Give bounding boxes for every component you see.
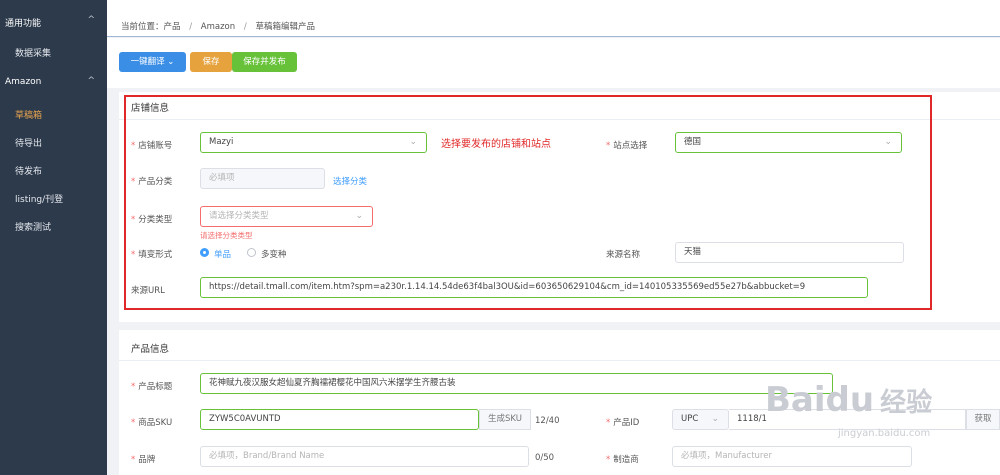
brand-input[interactable]: 必填项，Brand/Brand Name bbox=[200, 446, 529, 467]
brand-char-count: 0/50 bbox=[535, 453, 555, 463]
product-id-type-value: UPC bbox=[681, 414, 699, 424]
watermark-brand: Baidu 经验 bbox=[765, 380, 933, 420]
sidebar-item-label: 数据采集 bbox=[15, 49, 52, 59]
sku-input[interactable]: ZYW5C0AVUNTD bbox=[200, 409, 479, 430]
card-divider bbox=[119, 360, 1000, 361]
chevron-up-icon: ^ bbox=[87, 76, 95, 86]
product-info-title: 产品信息 bbox=[131, 344, 170, 355]
sidebar-group-label: 通用功能 bbox=[5, 19, 42, 29]
brand-label: * 品牌 bbox=[131, 455, 156, 465]
chevron-up-icon: ^ bbox=[87, 15, 95, 25]
sku-char-count: 12/40 bbox=[535, 416, 560, 426]
product-id-label: * 产品ID bbox=[606, 418, 640, 428]
sidebar-item-label: 草稿箱 bbox=[15, 111, 43, 121]
sidebar-item-listing[interactable]: listing/刊登 bbox=[0, 185, 107, 211]
breadcrumb: 当前位置：产品 / Amazon / 草稿箱编辑产品 bbox=[121, 20, 321, 32]
breadcrumb-separator: / bbox=[189, 22, 193, 32]
get-product-id-button[interactable]: 获取 bbox=[966, 409, 1000, 430]
breadcrumb-separator: / bbox=[243, 22, 247, 32]
translate-button[interactable]: 一键翻译 ⌄ bbox=[119, 52, 186, 72]
manufacturer-label: * 制造商 bbox=[606, 455, 639, 465]
manufacturer-input[interactable]: 必填项，Manufacturer bbox=[672, 446, 912, 467]
breadcrumb-prefix[interactable]: 当前位置：产品 bbox=[121, 22, 181, 32]
sidebar-group-general[interactable]: 通用功能 ^ bbox=[0, 9, 107, 35]
sidebar-item-to-publish[interactable]: 待发布 bbox=[0, 157, 107, 183]
product-id-type-select[interactable]: UPC ⌄ bbox=[672, 409, 729, 430]
sidebar-item-label: listing/刊登 bbox=[15, 195, 64, 205]
chevron-down-icon: ⌄ bbox=[167, 57, 175, 67]
sidebar-group-label: Amazon bbox=[5, 77, 42, 87]
sidebar-item-label: 待发布 bbox=[15, 167, 43, 177]
chevron-down-icon: ⌄ bbox=[711, 414, 719, 424]
toolbar: 一键翻译 ⌄ 保存 保存并发布 bbox=[107, 38, 1000, 88]
breadcrumb-amazon[interactable]: Amazon bbox=[201, 22, 235, 32]
sku-value: ZYW5C0AVUNTD bbox=[209, 414, 281, 424]
topbar: 当前位置：产品 / Amazon / 草稿箱编辑产品 bbox=[107, 0, 1000, 37]
translate-button-label: 一键翻译 bbox=[130, 57, 165, 67]
sku-label: * 商品SKU bbox=[131, 418, 173, 428]
sidebar-item-drafts[interactable]: 草稿箱 bbox=[0, 101, 107, 127]
generate-sku-button[interactable]: 生成SKU bbox=[479, 409, 531, 430]
product-title-input[interactable]: 花神赋九夜汉服女超仙夏齐胸襦裙樱花中国风六米摆学生齐腰古装 bbox=[200, 373, 833, 394]
product-title-label: * 产品标题 bbox=[131, 382, 173, 392]
sidebar-item-label: 搜索测试 bbox=[15, 223, 52, 233]
manufacturer-placeholder: 必填项，Manufacturer bbox=[681, 451, 772, 461]
brand-placeholder: 必填项，Brand/Brand Name bbox=[209, 451, 325, 461]
watermark-url: jingyan.baidu.com bbox=[838, 428, 931, 439]
save-button[interactable]: 保存 bbox=[190, 52, 232, 72]
sidebar-item-search-test[interactable]: 搜索测试 bbox=[0, 213, 107, 239]
sidebar-item-data-collection[interactable]: 数据采集 bbox=[0, 39, 107, 65]
save-publish-button[interactable]: 保存并发布 bbox=[232, 52, 297, 72]
annotation-frame bbox=[124, 95, 932, 310]
product-title-value: 花神赋九夜汉服女超仙夏齐胸襦裙樱花中国风六米摆学生齐腰古装 bbox=[209, 378, 456, 388]
product-id-value: 1118/1 bbox=[737, 414, 767, 424]
sidebar: 通用功能 ^ 数据采集 Amazon ^ 草稿箱 待导出 待发布 listing… bbox=[0, 0, 107, 475]
sidebar-group-amazon[interactable]: Amazon ^ bbox=[0, 70, 107, 96]
sidebar-item-to-export[interactable]: 待导出 bbox=[0, 129, 107, 155]
breadcrumb-current: 草稿箱编辑产品 bbox=[255, 22, 315, 32]
sidebar-item-label: 待导出 bbox=[15, 139, 43, 149]
